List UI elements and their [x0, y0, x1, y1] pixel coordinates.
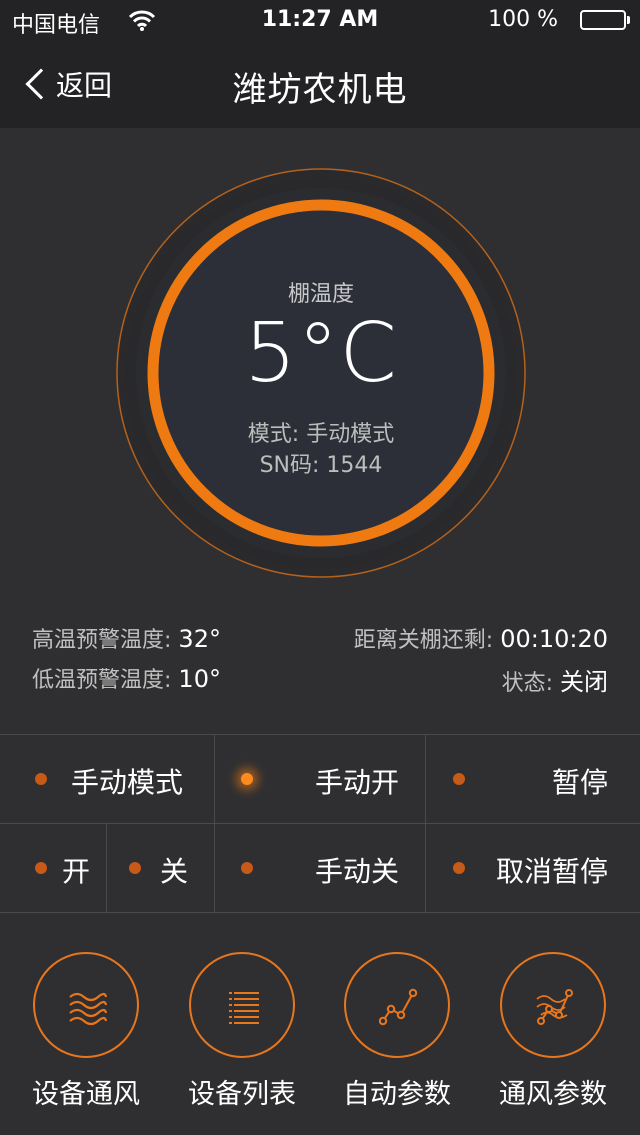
high-alert-value: 32°	[178, 625, 221, 653]
footer-label: 设备列表	[188, 1079, 296, 1110]
device-list-button[interactable]: 设备列表	[172, 952, 312, 1122]
list-icon	[229, 991, 259, 1025]
footer-label: 通风参数	[499, 1079, 607, 1110]
line-chart-icon	[379, 988, 418, 1026]
nav-bar: 潍坊农机电 返回	[0, 40, 640, 128]
status-bar: 中国电信 11:27 AM 100 %	[0, 0, 640, 40]
mode-text: 模式: 手动模式	[247, 422, 395, 447]
cancel-pause-label: 取消暂停	[495, 855, 608, 888]
manual-open-label: 手动开	[314, 766, 399, 799]
sn-text: SN码: 1544	[259, 453, 383, 478]
manual-mode-label: 手动模式	[71, 766, 184, 799]
radio-dot	[453, 862, 465, 874]
back-button[interactable]: 返回	[22, 60, 112, 108]
wind-chart-icon	[536, 989, 573, 1025]
open-button[interactable]: 开	[0, 824, 106, 912]
manual-open-button[interactable]: 手动开	[215, 735, 425, 823]
radio-dot	[241, 862, 253, 874]
low-alert-label: 低温预警温度:	[32, 668, 172, 693]
dial-label: 棚温度	[287, 282, 354, 307]
pause-label: 暂停	[551, 766, 608, 799]
close-button[interactable]: 关	[107, 824, 214, 912]
radio-dot	[35, 862, 47, 874]
battery-icon	[580, 10, 630, 30]
status-label: 状态:	[501, 671, 553, 696]
footer-label: 设备通风	[32, 1079, 140, 1110]
auto-params-button[interactable]: 自动参数	[327, 952, 467, 1122]
wind-waves-icon	[69, 992, 108, 1026]
countdown-label: 距离关棚还剩:	[353, 628, 494, 653]
device-ventilation-button[interactable]: 设备通风	[16, 952, 156, 1122]
radio-dot	[129, 862, 141, 874]
status-info: 状态: 关闭	[502, 662, 608, 697]
back-label: 返回	[56, 69, 113, 102]
manual-close-label: 手动关	[314, 855, 399, 888]
manual-close-button[interactable]: 手动关	[215, 824, 425, 912]
countdown-info: 距离关棚还剩: 00:10:20	[354, 622, 608, 654]
low-alert-value: 10°	[178, 665, 221, 693]
battery-percent: 100 %	[488, 7, 558, 32]
low-alert-info: 低温预警温度: 10°	[32, 662, 221, 694]
high-alert-info: 高温预警温度: 32°	[32, 622, 221, 654]
temperature-value: 5°C	[244, 306, 398, 401]
footer-label: 自动参数	[343, 1079, 451, 1110]
close-label: 关	[160, 855, 189, 888]
open-label: 开	[62, 855, 91, 888]
cancel-pause-button[interactable]: 取消暂停	[426, 824, 640, 912]
status-value: 关闭	[560, 668, 608, 696]
chevron-left-icon	[25, 68, 57, 100]
countdown-value: 00:10:20	[500, 625, 608, 653]
temperature-dial: 棚温度 5°C 模式: 手动模式 SN码: 1544	[116, 168, 526, 578]
radio-dot	[35, 773, 47, 785]
ventilation-params-button[interactable]: 通风参数	[483, 952, 623, 1122]
high-alert-label: 高温预警温度:	[32, 628, 172, 653]
divider	[0, 912, 640, 913]
radio-dot-active	[241, 773, 253, 785]
manual-mode-button[interactable]: 手动模式	[0, 735, 214, 823]
radio-dot	[453, 773, 465, 785]
pause-button[interactable]: 暂停	[426, 735, 640, 823]
